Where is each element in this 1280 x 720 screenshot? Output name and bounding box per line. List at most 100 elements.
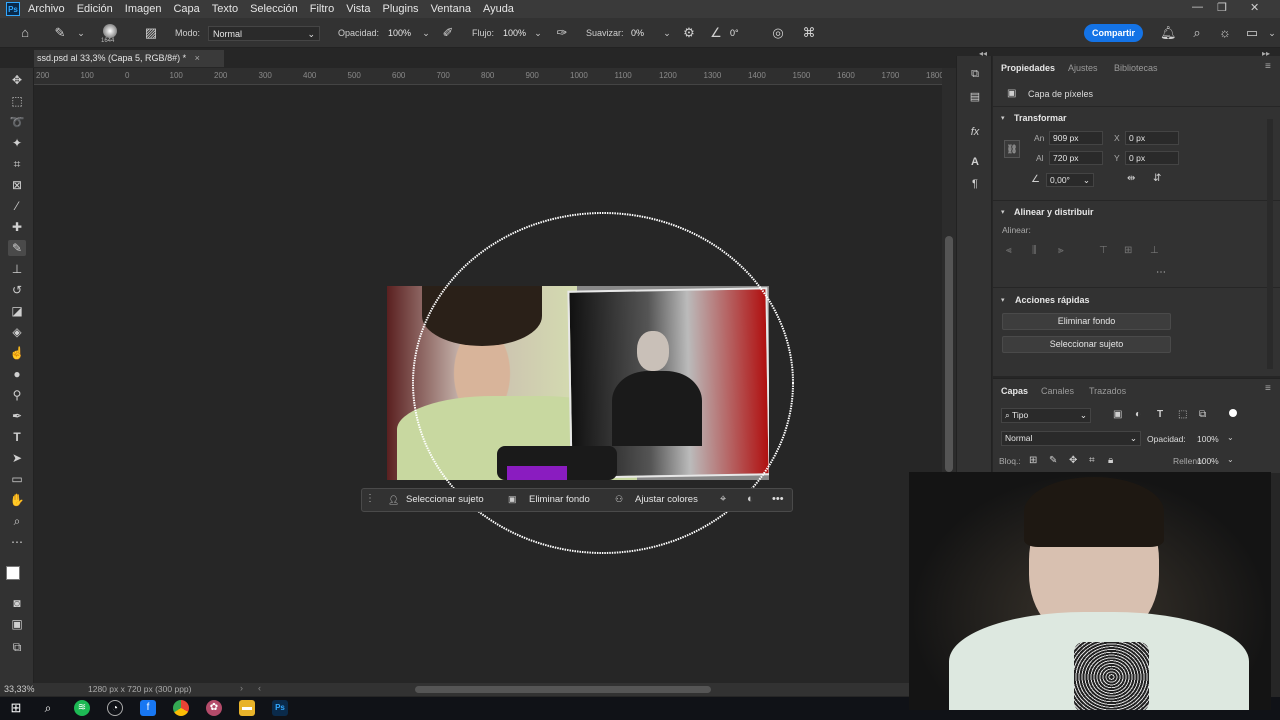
pen-tool-icon[interactable]: ✒ <box>8 408 26 424</box>
chevron-down-icon[interactable]: ⌄ <box>530 25 546 41</box>
adjust-colors-button[interactable]: Ajustar colores <box>635 494 698 508</box>
menu-ventana[interactable]: Ventana <box>431 3 471 15</box>
layer-filter-select[interactable]: ⌕ Tipo ⌄ <box>1001 408 1091 423</box>
zoom-level[interactable]: 33,33% <box>4 684 35 694</box>
chevron-down-icon[interactable]: ▾ <box>1001 208 1005 216</box>
tab-canales[interactable]: Canales <box>1041 386 1074 396</box>
tab-propiedades[interactable]: Propiedades <box>1001 63 1055 73</box>
character-icon[interactable]: A <box>967 154 983 170</box>
lasso-tool-icon[interactable]: ➰ <box>8 114 26 130</box>
select-subject-button[interactable]: Seleccionar sujeto <box>406 494 484 508</box>
more-tools-icon[interactable]: ⋯ <box>8 534 26 550</box>
close-tab-icon[interactable]: × <box>195 53 200 63</box>
filter-shape-icon[interactable]: ⬚ <box>1178 409 1187 420</box>
quick-select-tool-icon[interactable]: ✦ <box>8 135 26 151</box>
filter-adjustment-icon[interactable]: ◐ <box>1135 409 1141 420</box>
menu-archivo[interactable]: Archivo <box>28 3 65 15</box>
drag-handle-icon[interactable]: ⋮ <box>365 493 375 504</box>
share-button[interactable]: Compartir <box>1084 24 1143 42</box>
x-field[interactable]: 0 px <box>1125 131 1179 145</box>
mode-select[interactable]: Normal ⌄ <box>208 26 320 41</box>
pressure-size-icon[interactable]: ◎ <box>770 25 786 41</box>
home-icon[interactable]: ⌂ <box>17 25 33 41</box>
more-options-icon[interactable]: ⋯ <box>1156 267 1166 278</box>
zoom-tool-icon[interactable]: ⌕ <box>8 513 26 529</box>
tab-trazados[interactable]: Trazados <box>1089 386 1126 396</box>
angle-field[interactable]: 0,00° ⌄ <box>1046 173 1094 187</box>
align-bottom-icon[interactable]: ⊥ <box>1150 245 1159 256</box>
panel-menu-icon[interactable]: ≡ <box>1265 61 1271 72</box>
chevron-down-icon[interactable]: ⌄ <box>418 25 434 41</box>
tab-ajustes[interactable]: Ajustes <box>1068 63 1098 73</box>
menu-seleccion[interactable]: Selección <box>250 3 298 15</box>
dodge-tool-icon[interactable]: ● <box>8 366 26 382</box>
foreground-color-swatch[interactable] <box>6 566 20 580</box>
menu-edicion[interactable]: Edición <box>77 3 113 15</box>
path-select-icon[interactable]: ➤ <box>8 450 26 466</box>
paint-bucket-icon[interactable]: ◈ <box>8 324 26 340</box>
history-icon[interactable]: ⧉ <box>967 66 983 82</box>
menu-capa[interactable]: Capa <box>173 3 199 15</box>
quick-select-subject-button[interactable]: Seleccionar sujeto <box>1002 336 1171 353</box>
align-center-icon[interactable]: ⫼ <box>1032 245 1037 256</box>
chevron-down-icon[interactable]: ▾ <box>1001 114 1005 122</box>
smudge-tool-icon[interactable]: ☝ <box>8 345 26 361</box>
healing-brush-icon[interactable]: ✚ <box>8 219 26 235</box>
quick-mask-icon[interactable]: ◙ <box>8 595 26 611</box>
stamp-tool-icon[interactable]: ⊥ <box>8 261 26 277</box>
tab-bibliotecas[interactable]: Bibliotecas <box>1114 63 1158 73</box>
filter-pixel-icon[interactable]: ▣ <box>1113 409 1122 420</box>
align-top-icon[interactable]: ⊤ <box>1099 245 1108 256</box>
facebook-icon[interactable]: f <box>140 700 156 716</box>
brush-tool-icon[interactable]: ✎ <box>8 240 26 256</box>
brush-settings-icon[interactable]: ▨ <box>143 25 159 41</box>
move-tool-icon[interactable]: ✥ <box>8 72 26 88</box>
document-tab[interactable]: ssd.psd al 33,3% (Capa 5, RGB/8#) * × <box>34 50 224 67</box>
photoshop-taskbar-icon[interactable]: Ps <box>272 700 288 716</box>
filter-toggle-icon[interactable] <box>1229 409 1237 417</box>
lock-pixels-icon[interactable]: ✎ <box>1049 455 1057 466</box>
menu-texto[interactable]: Texto <box>212 3 238 15</box>
remove-background-button[interactable]: Eliminar fondo <box>529 494 590 508</box>
frame-tool-icon[interactable]: ⊠ <box>8 177 26 193</box>
flip-vertical-icon[interactable]: ⇵ <box>1153 173 1161 184</box>
brush-tool-icon[interactable]: ✎ <box>52 25 68 41</box>
menu-vista[interactable]: Vista <box>346 3 370 15</box>
airbrush-icon[interactable]: ✑ <box>554 25 570 41</box>
link-icon[interactable]: ⛓ <box>1004 140 1020 158</box>
fx-icon[interactable]: fx <box>967 124 983 140</box>
comments-icon[interactable]: ▤ <box>967 89 983 105</box>
y-field[interactable]: 0 px <box>1125 151 1179 165</box>
marquee-tool-icon[interactable]: ⬚ <box>8 93 26 109</box>
steam-icon[interactable]: ◔ <box>107 700 123 716</box>
chevron-left-icon[interactable]: ‹ <box>258 683 261 693</box>
pressure-opacity-icon[interactable]: ✐ <box>440 25 456 41</box>
document-info[interactable]: 1280 px x 720 px (300 ppp) <box>88 684 192 694</box>
smooth-value[interactable]: 0% <box>631 28 644 38</box>
menu-filtro[interactable]: Filtro <box>310 3 334 15</box>
quick-remove-background-button[interactable]: Eliminar fondo <box>1002 313 1171 330</box>
vertical-scroll-thumb[interactable] <box>945 236 953 472</box>
app-icon[interactable]: ✿ <box>206 700 222 716</box>
horizontal-scroll-thumb[interactable] <box>415 686 711 693</box>
maximize-button[interactable]: ❐ <box>1217 1 1227 14</box>
crop-tool-icon[interactable]: ⌗ <box>8 156 26 172</box>
photoshop-logo[interactable]: Ps <box>6 2 20 16</box>
align-left-icon[interactable]: ⫷ <box>1006 245 1012 256</box>
bell-icon[interactable]: 🔔︎ <box>1160 25 1177 41</box>
blend-mode-select[interactable]: Normal ⌄ <box>1001 431 1141 446</box>
eyedropper-tool-icon[interactable]: ⁄ <box>8 198 26 214</box>
panel-menu-icon[interactable]: ≡ <box>1265 383 1271 394</box>
gear-icon[interactable]: ⚙ <box>681 25 697 41</box>
height-field[interactable]: 720 px <box>1049 151 1103 165</box>
history-brush-icon[interactable]: ↺ <box>8 282 26 298</box>
chevron-down-icon[interactable]: ▾ <box>1001 296 1005 304</box>
chevron-down-icon[interactable]: ⌄ <box>659 25 675 41</box>
brush-preview-icon[interactable] <box>103 24 117 38</box>
lock-artboard-icon[interactable]: ⌗ <box>1089 455 1095 466</box>
share-arrange-icon[interactable]: ⧉ <box>8 639 26 655</box>
workspace-icon[interactable]: ▭ <box>1244 25 1260 41</box>
menu-plugins[interactable]: Plugins <box>382 3 418 15</box>
rectangle-tool-icon[interactable]: ▭ <box>8 471 26 487</box>
search-icon[interactable]: ⌕ <box>40 700 56 716</box>
